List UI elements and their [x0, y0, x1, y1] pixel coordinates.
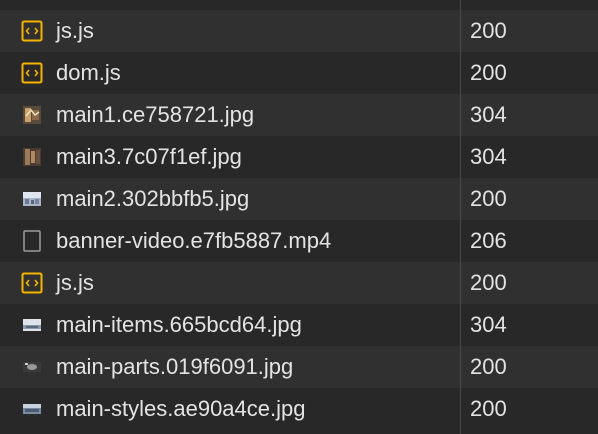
status-cell — [460, 0, 598, 10]
image-thumbnail-icon — [21, 356, 43, 378]
request-name: js.js — [56, 270, 94, 295]
script-file-icon — [21, 272, 43, 294]
image-thumbnail-icon — [21, 188, 43, 210]
status-cell: 200 — [470, 354, 507, 379]
table-row[interactable]: main-styles.ae90a4ce.jpg 200 — [0, 388, 598, 430]
image-thumbnail-icon — [21, 398, 43, 420]
name-cell: banner-video.e7fb5887.mp4 — [0, 220, 460, 262]
request-rows: js.js 200 dom.js 200 main1.ce758721.jpg … — [0, 0, 598, 430]
status-cell: 200 — [470, 18, 507, 43]
name-cell — [0, 0, 460, 10]
table-row[interactable]: js.js 200 — [0, 10, 598, 52]
status-cell: 200 — [470, 60, 507, 85]
table-row[interactable]: dom.js 200 — [0, 52, 598, 94]
table-row[interactable]: main3.7c07f1ef.jpg 304 — [0, 136, 598, 178]
table-row[interactable]: main1.ce758721.jpg 304 — [0, 94, 598, 136]
script-file-icon — [21, 62, 43, 84]
name-cell: main2.302bbfb5.jpg — [0, 178, 460, 220]
request-name: js.js — [56, 18, 94, 43]
name-cell: js.js — [0, 262, 460, 304]
request-name: main1.ce758721.jpg — [56, 102, 255, 127]
request-name: dom.js — [56, 60, 121, 85]
name-cell: js.js — [0, 10, 460, 52]
table-row[interactable]: main-parts.019f6091.jpg 200 — [0, 346, 598, 388]
name-cell: main3.7c07f1ef.jpg — [0, 136, 460, 178]
media-file-icon — [21, 230, 43, 252]
table-row[interactable]: banner-video.e7fb5887.mp4 206 — [0, 220, 598, 262]
request-name: main-items.665bcd64.jpg — [56, 312, 302, 337]
column-divider[interactable] — [460, 0, 461, 434]
image-thumbnail-icon — [21, 314, 43, 336]
status-cell: 304 — [470, 312, 507, 337]
table-row[interactable]: main2.302bbfb5.jpg 200 — [0, 178, 598, 220]
table-row[interactable]: main-items.665bcd64.jpg 304 — [0, 304, 598, 346]
name-cell: main-items.665bcd64.jpg — [0, 304, 460, 346]
request-name: main2.302bbfb5.jpg — [56, 186, 250, 211]
status-cell: 304 — [470, 144, 507, 169]
name-cell: main-parts.019f6091.jpg — [0, 346, 460, 388]
request-name: main-styles.ae90a4ce.jpg — [56, 396, 306, 421]
request-name: main3.7c07f1ef.jpg — [56, 144, 242, 169]
image-thumbnail-icon — [21, 146, 43, 168]
request-name: banner-video.e7fb5887.mp4 — [56, 228, 332, 253]
name-cell: dom.js — [0, 52, 460, 94]
name-cell: main1.ce758721.jpg — [0, 94, 460, 136]
status-cell: 304 — [470, 102, 507, 127]
script-file-icon — [21, 20, 43, 42]
image-thumbnail-icon — [21, 104, 43, 126]
status-cell: 206 — [470, 228, 507, 253]
request-name: main-parts.019f6091.jpg — [56, 354, 294, 379]
status-cell: 200 — [470, 270, 507, 295]
table-row[interactable] — [0, 0, 598, 10]
status-cell: 200 — [470, 186, 507, 211]
table-row[interactable]: js.js 200 — [0, 262, 598, 304]
network-request-table: js.js 200 dom.js 200 main1.ce758721.jpg … — [0, 0, 598, 434]
name-cell: main-styles.ae90a4ce.jpg — [0, 388, 460, 430]
status-cell: 200 — [470, 396, 507, 421]
